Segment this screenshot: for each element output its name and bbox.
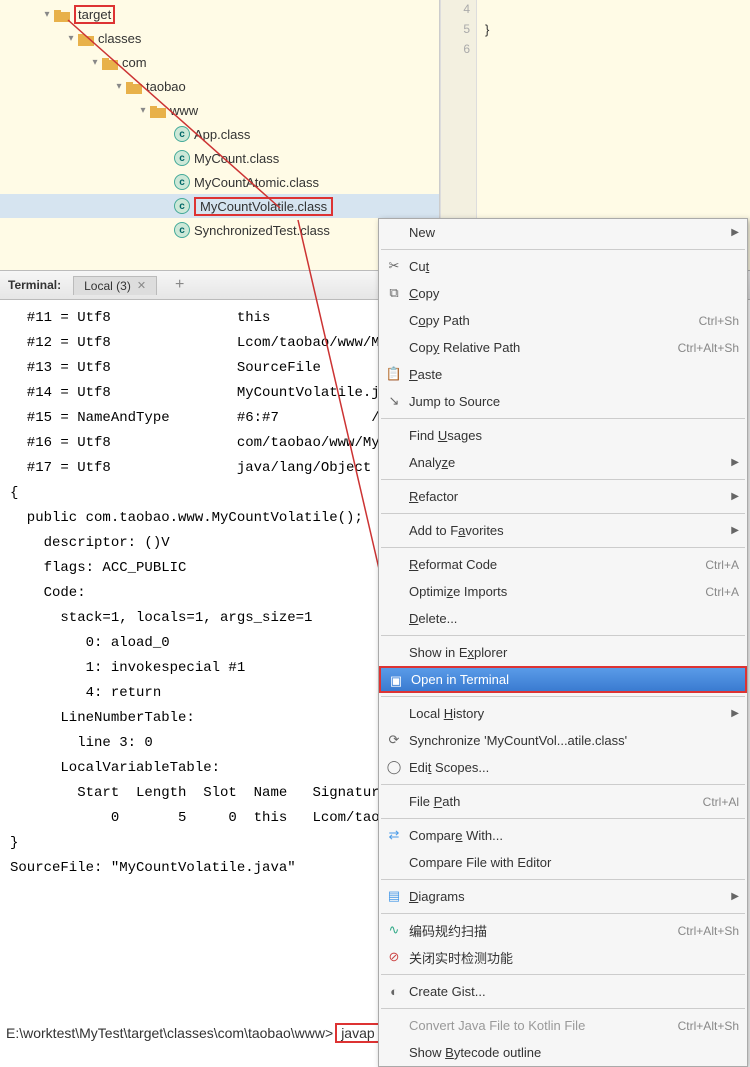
github-icon: ◐ bbox=[385, 982, 403, 1000]
menu-new[interactable]: New▶ bbox=[379, 219, 747, 246]
project-tree[interactable]: ▾ target ▾ classes ▾ com ▾ taobao ▾ www bbox=[0, 0, 440, 270]
class-icon: c bbox=[174, 126, 190, 142]
tree-row-app[interactable]: c App.class bbox=[0, 122, 439, 146]
tree-row-www[interactable]: ▾ www bbox=[0, 98, 439, 122]
context-menu: New▶ ✂Cut ⧉Copy Copy PathCtrl+Sh Copy Re… bbox=[378, 218, 748, 1067]
chevron-down-icon[interactable]: ▾ bbox=[112, 81, 126, 92]
terminal-icon: ▣ bbox=[387, 672, 405, 690]
file-label: SynchronizedTest.class bbox=[194, 223, 330, 238]
cut-icon: ✂ bbox=[385, 257, 403, 275]
menu-compare-editor[interactable]: Compare File with Editor bbox=[379, 849, 747, 876]
line-number: 5 bbox=[441, 22, 476, 42]
folder-label: com bbox=[122, 55, 147, 70]
menu-add-favorites[interactable]: Add to Favorites▶ bbox=[379, 517, 747, 544]
compare-icon: ⇄ bbox=[385, 826, 403, 844]
tree-row-mycountatomic[interactable]: c MyCountAtomic.class bbox=[0, 170, 439, 194]
sync-icon: ⟳ bbox=[385, 731, 403, 749]
menu-analyze[interactable]: Analyze▶ bbox=[379, 449, 747, 476]
file-label: App.class bbox=[194, 127, 250, 142]
paste-icon: 📋 bbox=[385, 365, 403, 383]
file-label: MyCount.class bbox=[194, 151, 279, 166]
menu-show-bytecode[interactable]: Show Bytecode outline bbox=[379, 1039, 747, 1066]
folder-label: target bbox=[78, 7, 111, 22]
prompt-path: E:\worktest\MyTest\target\classes\com\ta… bbox=[6, 1025, 333, 1041]
tree-row-classes[interactable]: ▾ classes bbox=[0, 26, 439, 50]
folder-label: classes bbox=[98, 31, 141, 46]
file-label: MyCountVolatile.class bbox=[200, 199, 327, 214]
folder-label: taobao bbox=[146, 79, 186, 94]
menu-cut[interactable]: ✂Cut bbox=[379, 253, 747, 280]
menu-local-history[interactable]: Local History▶ bbox=[379, 700, 747, 727]
menu-create-gist[interactable]: ◐Create Gist... bbox=[379, 978, 747, 1005]
tree-row-target[interactable]: ▾ target bbox=[0, 2, 439, 26]
folder-icon bbox=[54, 7, 70, 21]
menu-refactor[interactable]: Refactor▶ bbox=[379, 483, 747, 510]
tree-row-taobao[interactable]: ▾ taobao bbox=[0, 74, 439, 98]
tree-row-mycount[interactable]: c MyCount.class bbox=[0, 146, 439, 170]
menu-close-detect[interactable]: ⊘关闭实时检测功能 bbox=[379, 944, 747, 971]
close-detect-icon: ⊘ bbox=[385, 948, 403, 966]
menu-open-in-terminal[interactable]: ▣Open in Terminal bbox=[379, 666, 747, 693]
diagram-icon: ▤ bbox=[385, 887, 403, 905]
menu-copy[interactable]: ⧉Copy bbox=[379, 280, 747, 307]
add-tab-button[interactable]: + bbox=[167, 276, 192, 294]
folder-icon bbox=[126, 79, 142, 93]
menu-compare-with[interactable]: ⇄Compare With... bbox=[379, 822, 747, 849]
menu-copy-relative-path[interactable]: Copy Relative PathCtrl+Alt+Sh bbox=[379, 334, 747, 361]
menu-edit-scopes[interactable]: ◯Edit Scopes... bbox=[379, 754, 747, 781]
chevron-down-icon[interactable]: ▾ bbox=[136, 105, 150, 116]
line-number: 4 bbox=[441, 2, 476, 22]
copy-icon: ⧉ bbox=[385, 284, 403, 302]
chevron-down-icon[interactable]: ▾ bbox=[64, 33, 78, 44]
menu-optimize-imports[interactable]: Optimize ImportsCtrl+A bbox=[379, 578, 747, 605]
class-icon: c bbox=[174, 150, 190, 166]
menu-code-scan[interactable]: ∿编码规约扫描Ctrl+Alt+Sh bbox=[379, 917, 747, 944]
folder-label: www bbox=[170, 103, 198, 118]
menu-diagrams[interactable]: ▤Diagrams▶ bbox=[379, 883, 747, 910]
tree-row-mycountvolatile[interactable]: c MyCountVolatile.class bbox=[0, 194, 439, 218]
folder-icon bbox=[150, 103, 166, 117]
menu-show-explorer[interactable]: Show in Explorer bbox=[379, 639, 747, 666]
tab-label: Local (3) bbox=[84, 279, 131, 293]
menu-jump-to-source[interactable]: ↘Jump to Source bbox=[379, 388, 747, 415]
terminal-tab[interactable]: Local (3) ✕ bbox=[73, 276, 157, 295]
close-icon[interactable]: ✕ bbox=[137, 279, 146, 292]
folder-icon bbox=[78, 31, 94, 45]
menu-find-usages[interactable]: Find Usages bbox=[379, 422, 747, 449]
menu-convert-kotlin: Convert Java File to Kotlin FileCtrl+Alt… bbox=[379, 1012, 747, 1039]
terminal-title: Terminal: bbox=[8, 278, 61, 292]
menu-file-path[interactable]: File PathCtrl+Al bbox=[379, 788, 747, 815]
jump-icon: ↘ bbox=[385, 392, 403, 410]
chevron-down-icon[interactable]: ▾ bbox=[88, 57, 102, 68]
scopes-icon: ◯ bbox=[385, 758, 403, 776]
menu-copy-path[interactable]: Copy PathCtrl+Sh bbox=[379, 307, 747, 334]
file-label: MyCountAtomic.class bbox=[194, 175, 319, 190]
folder-icon bbox=[102, 55, 118, 69]
scan-icon: ∿ bbox=[385, 921, 403, 939]
menu-reformat-code[interactable]: Reformat CodeCtrl+A bbox=[379, 551, 747, 578]
chevron-down-icon[interactable]: ▾ bbox=[40, 9, 54, 20]
menu-synchronize[interactable]: ⟳Synchronize 'MyCountVol...atile.class' bbox=[379, 727, 747, 754]
class-icon: c bbox=[174, 222, 190, 238]
tree-row-com[interactable]: ▾ com bbox=[0, 50, 439, 74]
menu-paste[interactable]: 📋Paste bbox=[379, 361, 747, 388]
code-line: } bbox=[485, 22, 742, 37]
tree-row-synchronizedtest[interactable]: c SynchronizedTest.class bbox=[0, 218, 439, 242]
menu-delete[interactable]: Delete... bbox=[379, 605, 747, 632]
line-number: 6 bbox=[441, 42, 476, 62]
class-icon: c bbox=[174, 174, 190, 190]
class-icon: c bbox=[174, 198, 190, 214]
